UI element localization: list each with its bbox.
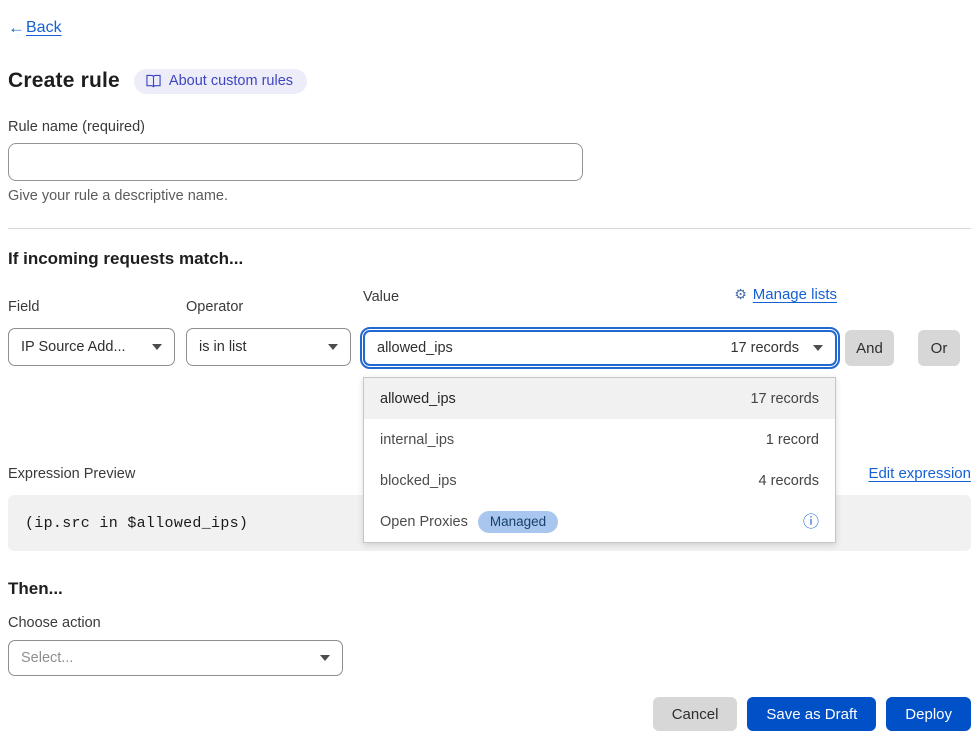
- list-option-left: Open Proxies Managed: [380, 511, 558, 533]
- managed-badge: Managed: [478, 511, 558, 533]
- condition-row: Field IP Source Add... Operator is in li…: [8, 288, 971, 366]
- operator-label: Operator: [186, 298, 351, 316]
- rule-name-input[interactable]: [8, 143, 583, 181]
- back-link[interactable]: ← Back: [8, 18, 62, 38]
- list-option-open-proxies[interactable]: Open Proxies Managed ⓘ: [364, 501, 835, 542]
- list-option-blocked-ips[interactable]: blocked_ips 4 records: [364, 460, 835, 501]
- gear-icon: ⚙: [734, 288, 747, 302]
- back-arrow-icon: ←: [8, 18, 25, 38]
- or-button[interactable]: Or: [918, 330, 960, 366]
- rule-name-label: Rule name (required): [8, 118, 971, 136]
- save-as-draft-button[interactable]: Save as Draft: [747, 697, 876, 731]
- deploy-button[interactable]: Deploy: [886, 697, 971, 731]
- operator-column: Operator is in list: [186, 298, 351, 366]
- value-select-record-count: 17 records: [730, 340, 799, 356]
- then-heading: Then...: [8, 578, 971, 600]
- value-select-wrap: allowed_ips 17 records allowed_ips 17 re…: [363, 330, 837, 366]
- match-heading: If incoming requests match...: [8, 248, 971, 270]
- choose-action-label: Choose action: [8, 614, 971, 632]
- about-custom-rules-link[interactable]: About custom rules: [134, 69, 307, 94]
- book-icon: [146, 74, 161, 88]
- list-option-internal-ips[interactable]: internal_ips 1 record: [364, 419, 835, 460]
- operator-select-value: is in list: [199, 339, 247, 355]
- title-row: Create rule About custom rules: [8, 66, 971, 96]
- list-option-name: allowed_ips: [380, 391, 456, 407]
- footer-actions: Cancel Save as Draft Deploy: [8, 697, 971, 731]
- value-column: Value ⚙ Manage lists allowed_ips 17 reco…: [363, 288, 837, 366]
- value-header: Value ⚙ Manage lists: [363, 288, 837, 318]
- expression-code: (ip.src in $allowed_ips): [25, 515, 248, 532]
- chevron-down-icon: [813, 345, 823, 351]
- list-option-name: Open Proxies: [380, 514, 468, 530]
- field-select-value: IP Source Add...: [21, 339, 126, 355]
- action-select-placeholder: Select...: [21, 650, 73, 666]
- expression-preview-label: Expression Preview: [8, 465, 135, 483]
- section-divider: [8, 228, 971, 229]
- action-select[interactable]: Select...: [8, 640, 343, 676]
- list-option-record-count: 1 record: [766, 432, 819, 448]
- value-select-value: allowed_ips: [377, 340, 453, 356]
- back-label: Back: [26, 19, 62, 37]
- and-button[interactable]: And: [845, 330, 894, 366]
- field-label: Field: [8, 298, 175, 316]
- value-select[interactable]: allowed_ips 17 records: [363, 330, 837, 366]
- list-option-name: internal_ips: [380, 432, 454, 448]
- field-column: Field IP Source Add...: [8, 298, 175, 366]
- edit-expression-link[interactable]: Edit expression: [868, 465, 971, 482]
- page-title: Create rule: [8, 69, 120, 93]
- list-option-record-count: 4 records: [759, 473, 819, 489]
- value-label: Value: [363, 288, 399, 306]
- manage-lists-label: Manage lists: [753, 286, 837, 303]
- manage-lists-link[interactable]: ⚙ Manage lists: [734, 286, 837, 303]
- about-badge-label: About custom rules: [169, 73, 293, 89]
- list-option-name: blocked_ips: [380, 473, 457, 489]
- operator-select[interactable]: is in list: [186, 328, 351, 366]
- field-select[interactable]: IP Source Add...: [8, 328, 175, 366]
- list-dropdown-menu: allowed_ips 17 records internal_ips 1 re…: [363, 377, 836, 543]
- list-option-record-count: 17 records: [750, 391, 819, 407]
- rule-name-helper: Give your rule a descriptive name.: [8, 188, 971, 206]
- cancel-button[interactable]: Cancel: [653, 697, 738, 731]
- chevron-down-icon: [152, 344, 162, 350]
- value-select-right: 17 records: [730, 340, 823, 356]
- list-option-allowed-ips[interactable]: allowed_ips 17 records: [364, 378, 835, 419]
- chevron-down-icon: [320, 655, 330, 661]
- create-rule-page: ← Back Create rule About custom rules Ru…: [0, 0, 979, 739]
- info-icon[interactable]: ⓘ: [803, 514, 819, 530]
- chevron-down-icon: [328, 344, 338, 350]
